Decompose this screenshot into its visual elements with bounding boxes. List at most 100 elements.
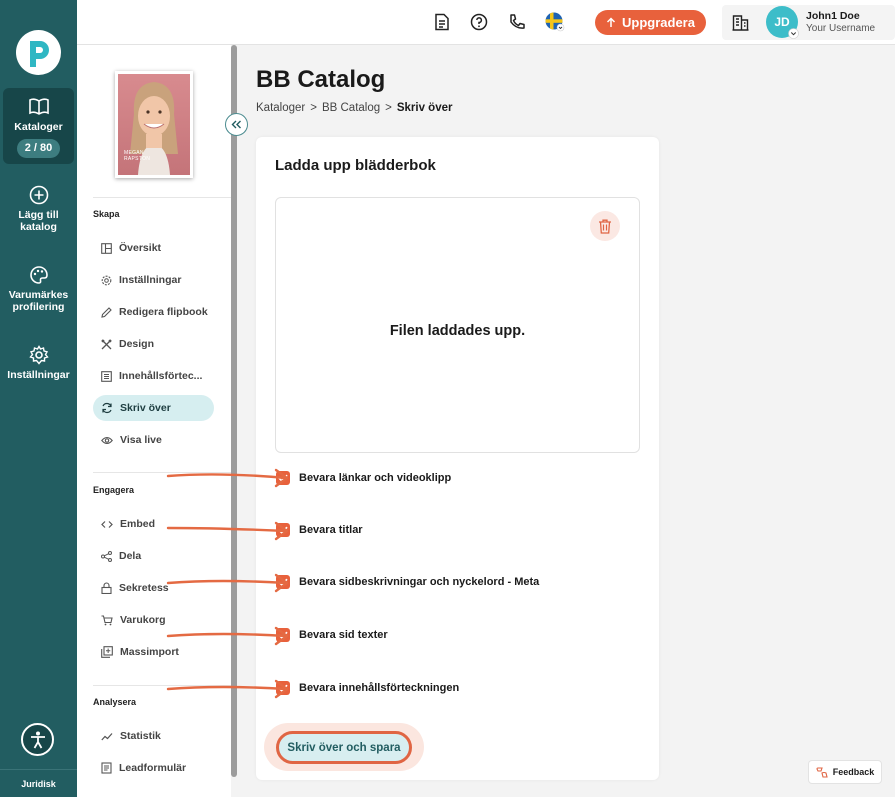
page-title: BB Catalog [256,66,386,93]
checkbox[interactable] [276,575,290,589]
nav-item-cart[interactable]: Varukorg [93,607,214,633]
checkmark-icon [278,526,288,534]
delete-file-button[interactable] [590,211,620,241]
gear-icon [28,345,49,365]
catalog-sidebar: MEGAN RAPSTON Skapa Översikt Inställning… [77,45,231,797]
nav-item-settings[interactable]: Inställningar [93,267,214,293]
nav-item-privacy[interactable]: Sekretess [93,575,214,601]
nav-item-label: Översikt [119,242,162,254]
nav-item-overwrite[interactable]: Skriv över [93,395,214,421]
feedback-button[interactable]: Feedback [808,760,882,784]
nav-item-label: Leadformulär [119,762,187,774]
option-keep-meta[interactable]: Bevara sidbeskrivningar och nyckelord - … [276,574,539,590]
rail-item-label: Varumärkes profilering [8,289,69,314]
upload-dropzone[interactable]: Filen laddades upp. [275,197,640,453]
share-icon [101,550,112,562]
chart-line-icon [101,732,113,740]
checkbox[interactable] [276,471,290,485]
breadcrumb-link-catalog[interactable]: BB Catalog [322,102,380,114]
nav-item-share[interactable]: Dela [93,543,214,569]
eye-icon [101,436,113,444]
nav-item-table-of-contents[interactable]: Innehållsförtec... [93,363,214,389]
plus-circle-icon [29,185,48,205]
arrow-up-icon [606,17,616,27]
rail-item-label: Lägg till katalog [18,209,59,234]
rail-item-label: Inställningar [7,369,70,381]
upload-card: Ladda upp blädderbok Filen laddades upp.… [256,137,659,780]
option-label: Bevara länkar och videoklipp [299,472,452,484]
nav-item-bulk-import[interactable]: Massimport [93,639,214,665]
divider [93,472,231,473]
left-rail: Kataloger 2 / 80 Lägg till katalog Varum… [0,0,77,797]
nav-item-statistics[interactable]: Statistik [93,723,214,749]
option-keep-links[interactable]: Bevara länkar och videoklipp [276,470,451,486]
section-title-create: Skapa [93,209,120,219]
checkmark-icon [278,631,288,639]
legal-link[interactable]: Juridisk [0,769,77,797]
upgrade-label: Uppgradera [622,15,695,30]
nav-item-design[interactable]: Design [93,331,214,357]
option-keep-page-texts[interactable]: Bevara sid texter [276,627,388,643]
overwrite-and-save-button[interactable]: Skriv över och spara [276,731,412,764]
breadcrumb-separator: > [385,102,392,114]
top-bar: Uppgradera JD John1 Doe Your Username [77,0,895,45]
nav-item-label: Skriv över [120,402,171,414]
swedish-flag-icon[interactable] [545,12,565,32]
upgrade-button[interactable]: Uppgradera [595,10,706,35]
code-icon [101,520,113,528]
account-menu[interactable]: JD John1 Doe Your Username [722,5,895,40]
nav-item-label: Visa live [120,434,162,446]
nav-item-label: Varukorg [120,614,166,626]
breadcrumb: Kataloger > BB Catalog > Skriv över [256,102,452,114]
list-icon [101,370,112,382]
double-chevron-left-icon [231,120,241,129]
nav-item-lead-forms[interactable]: Leadformulär [93,755,214,781]
rail-item-catalogs[interactable]: Kataloger 2 / 80 [3,88,74,164]
breadcrumb-link-catalogs[interactable]: Kataloger [256,102,305,114]
rail-item-settings[interactable]: Inställningar [0,345,77,381]
app-logo[interactable] [16,30,61,75]
checkbox[interactable] [276,628,290,642]
section-title-engage: Engagera [93,485,135,495]
trash-icon [599,219,611,234]
checkbox[interactable] [276,523,290,537]
checkbox[interactable] [276,681,290,695]
cart-icon [101,614,113,625]
refresh-icon [102,402,112,414]
nav-item-embed[interactable]: Embed [93,511,214,537]
building-icon[interactable] [732,14,749,31]
catalog-cover-thumbnail[interactable]: MEGAN RAPSTON [115,71,193,178]
nav-item-label: Statistik [120,730,161,742]
phone-icon[interactable] [508,13,526,31]
gear-icon [101,275,112,285]
nav-item-view-live[interactable]: Visa live [93,427,214,453]
option-keep-titles[interactable]: Bevara titlar [276,522,363,538]
open-book-icon [28,98,49,115]
user-username: Your Username [806,23,876,34]
rail-item-branding[interactable]: Varumärkes profilering [0,265,77,313]
upload-status-message: Filen laddades upp. [389,323,526,339]
rail-item-label: Kataloger [14,121,63,133]
breadcrumb-separator: > [310,102,317,114]
feedback-label: Feedback [832,767,875,777]
nav-item-overview[interactable]: Översikt [93,235,214,261]
nav-item-label: Redigera flipbook [119,306,208,318]
feedback-icon [816,766,828,778]
accessibility-button[interactable] [21,723,54,756]
help-icon[interactable] [470,13,488,31]
divider [93,685,231,686]
option-label: Bevara titlar [299,524,363,536]
nav-item-label: Inställningar [119,274,182,286]
nav-item-label: Massimport [120,646,179,658]
nav-item-label: Design [119,338,155,350]
collapse-sidebar-button[interactable] [225,113,248,136]
sidebar-scrollbar[interactable] [231,45,237,777]
option-keep-toc[interactable]: Bevara innehållsförteckningen [276,680,459,696]
lock-icon [101,582,112,594]
document-icon[interactable] [433,13,451,31]
rail-item-add-catalog[interactable]: Lägg till katalog [0,185,77,233]
accessibility-icon [30,731,45,748]
card-title: Ladda upp blädderbok [275,157,436,174]
import-icon [101,646,113,658]
nav-item-edit-flipbook[interactable]: Redigera flipbook [93,299,214,325]
